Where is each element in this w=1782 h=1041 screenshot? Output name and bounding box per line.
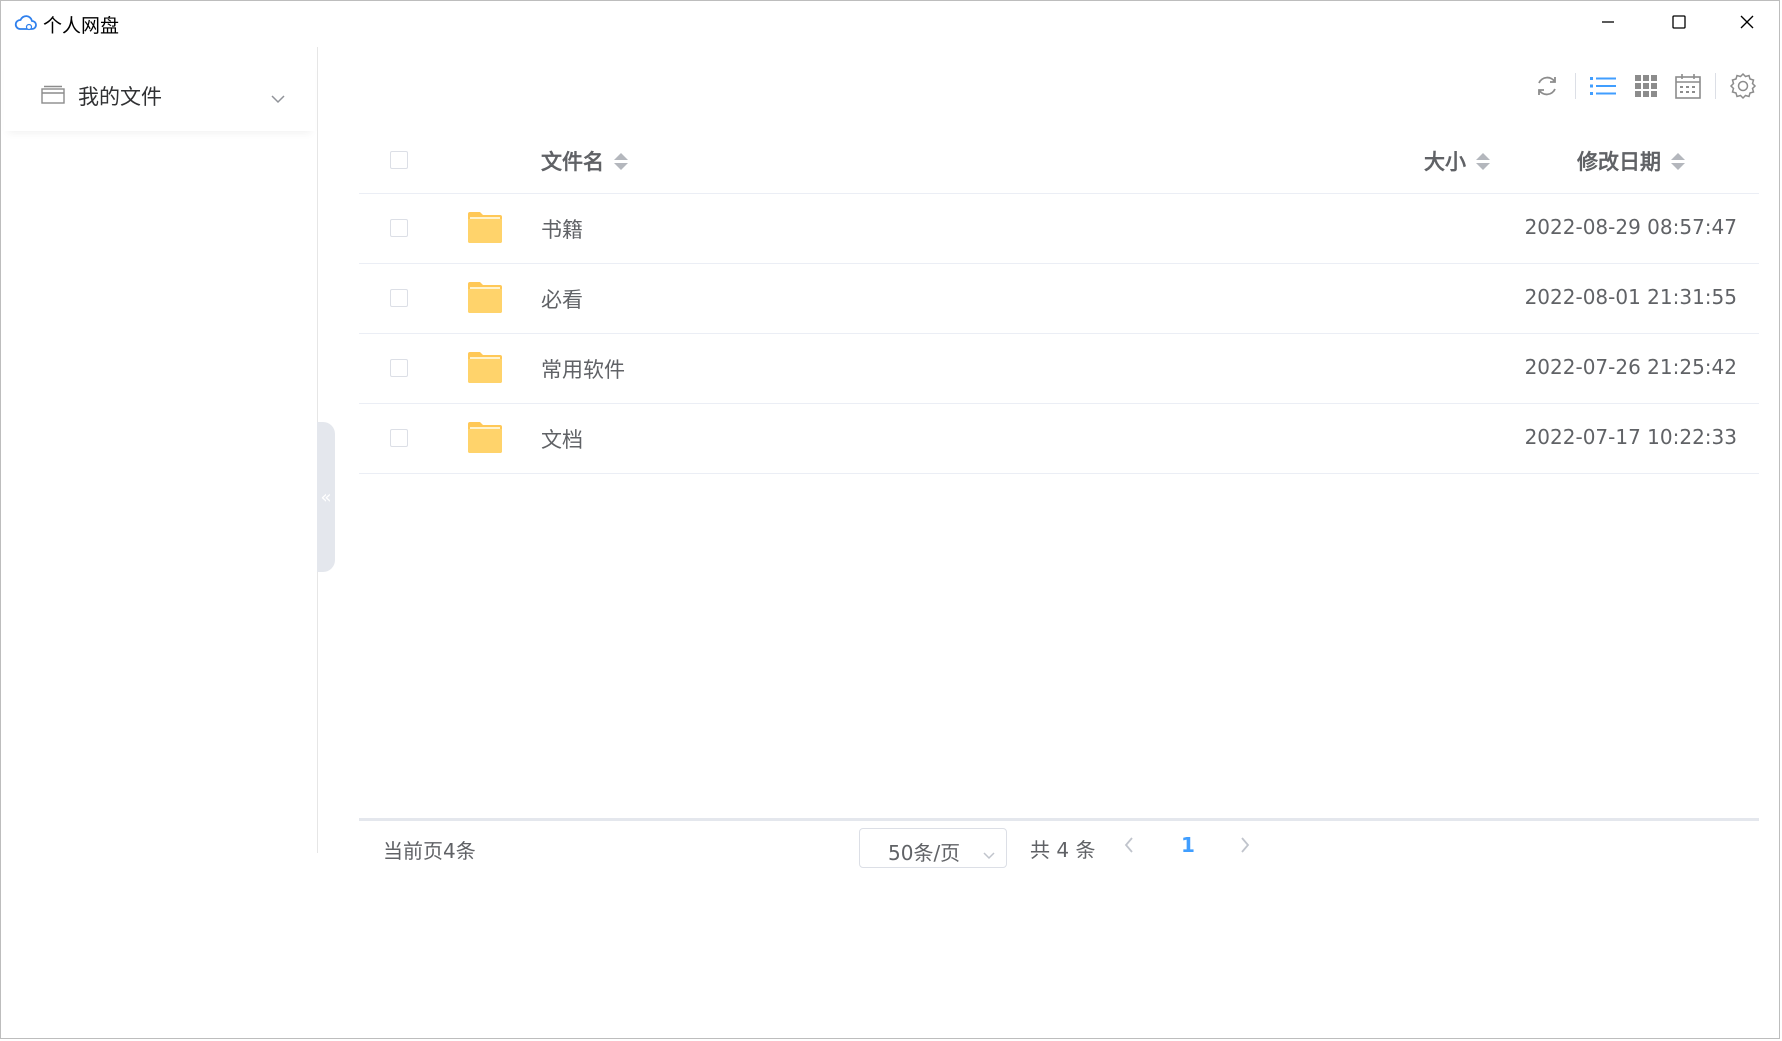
- sidebar-collapse-handle[interactable]: «: [317, 422, 335, 572]
- column-header-size[interactable]: 大小: [1424, 146, 1490, 176]
- prev-page-icon[interactable]: [1123, 836, 1135, 858]
- file-date: 2022-08-01 21:31:55: [1524, 285, 1737, 309]
- chevron-down-icon: [982, 842, 996, 866]
- sort-icon[interactable]: [1476, 152, 1490, 170]
- file-name[interactable]: 常用软件: [541, 354, 625, 384]
- list-view-icon[interactable]: [1588, 71, 1618, 101]
- page-size-select[interactable]: 50条/页: [859, 828, 1007, 868]
- file-date: 2022-07-17 10:22:33: [1524, 425, 1737, 449]
- column-header-label: 修改日期: [1577, 150, 1661, 174]
- title-bar: 个人网盘: [1, 1, 1779, 43]
- table-header: 文件名 大小 修改日期: [359, 127, 1759, 194]
- close-button[interactable]: [1712, 1, 1782, 43]
- folder-icon: [467, 420, 503, 458]
- total-count: 共 4 条: [1030, 838, 1096, 862]
- double-chevron-left-icon: «: [320, 486, 332, 508]
- next-page-icon[interactable]: [1239, 836, 1251, 858]
- row-checkbox[interactable]: [390, 289, 408, 307]
- toolbar-divider: [1715, 73, 1716, 99]
- file-name[interactable]: 书籍: [541, 214, 583, 244]
- file-name[interactable]: 文档: [541, 424, 583, 454]
- sort-icon[interactable]: [614, 152, 628, 170]
- grid-view-icon[interactable]: [1631, 71, 1661, 101]
- column-header-label: 大小: [1424, 150, 1466, 174]
- sidebar-item-my-files[interactable]: 我的文件: [4, 59, 315, 131]
- folder-icon: [467, 210, 503, 248]
- row-checkbox[interactable]: [390, 219, 408, 237]
- sidebar: 我的文件: [2, 47, 318, 853]
- column-header-date[interactable]: 修改日期: [1577, 146, 1685, 176]
- column-header-label: 文件名: [541, 150, 604, 174]
- file-date: 2022-07-26 21:25:42: [1524, 355, 1737, 379]
- sidebar-item-label: 我的文件: [78, 85, 162, 109]
- close-icon: [1740, 15, 1754, 29]
- cloud-icon: [14, 13, 38, 33]
- calendar-view-icon[interactable]: [1673, 71, 1703, 101]
- pagination: 当前页4条 50条/页 共 4 条 1: [359, 818, 1759, 871]
- page-size-value: 50条/页: [888, 841, 961, 865]
- row-checkbox[interactable]: [390, 359, 408, 377]
- maximize-button[interactable]: [1644, 1, 1714, 43]
- select-all-checkbox[interactable]: [390, 151, 408, 169]
- table-row[interactable]: 书籍 2022-08-29 08:57:47: [359, 194, 1759, 264]
- settings-icon[interactable]: [1728, 71, 1758, 101]
- file-table: 文件名 大小 修改日期 书籍 2022-08-29 08:57:47 必看 20…: [359, 127, 1759, 474]
- chevron-down-icon[interactable]: [270, 89, 286, 108]
- row-checkbox[interactable]: [390, 429, 408, 447]
- refresh-icon[interactable]: [1532, 71, 1562, 101]
- maximize-icon: [1672, 15, 1686, 29]
- table-row[interactable]: 必看 2022-08-01 21:31:55: [359, 264, 1759, 334]
- app-window: 个人网盘 我的文件 « 文件名 大小 修改日期 书籍 2022-08-29 08…: [0, 0, 1780, 1039]
- column-header-name[interactable]: 文件名: [541, 146, 628, 176]
- table-row[interactable]: 文档 2022-07-17 10:22:33: [359, 404, 1759, 474]
- folder-outline-icon: [41, 84, 65, 108]
- folder-icon: [467, 280, 503, 318]
- page-number[interactable]: 1: [1181, 833, 1195, 857]
- folder-icon: [467, 350, 503, 388]
- minimize-button[interactable]: [1573, 1, 1643, 43]
- file-date: 2022-08-29 08:57:47: [1524, 215, 1737, 239]
- current-page-count: 当前页4条: [383, 839, 476, 863]
- table-row[interactable]: 常用软件 2022-07-26 21:25:42: [359, 334, 1759, 404]
- file-name[interactable]: 必看: [541, 284, 583, 314]
- window-title: 个人网盘: [43, 15, 120, 37]
- toolbar-divider: [1575, 73, 1576, 99]
- sort-icon[interactable]: [1671, 152, 1685, 170]
- minimize-icon: [1602, 21, 1614, 23]
